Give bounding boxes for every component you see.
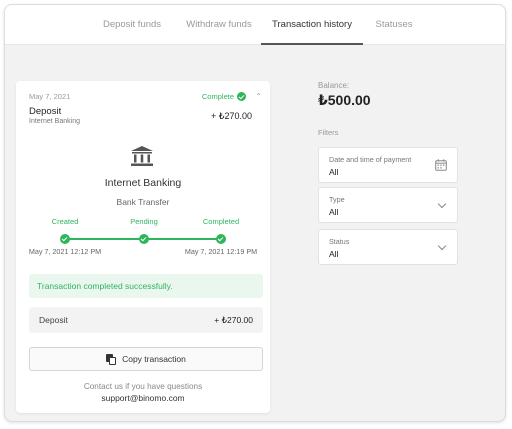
copy-transaction-button[interactable]: Copy transaction bbox=[29, 347, 263, 371]
transaction-date: May 7, 2021 bbox=[29, 92, 71, 101]
filter-value: All bbox=[329, 249, 339, 259]
step-check-icon bbox=[216, 234, 226, 244]
step-check-icon bbox=[139, 234, 149, 244]
step-label-pending: Pending bbox=[130, 217, 158, 226]
copy-transaction-label: Copy transaction bbox=[122, 354, 186, 364]
contact-text: Contact us if you have questions bbox=[83, 382, 203, 391]
filter-date-time[interactable]: Date and time of payment All bbox=[318, 147, 458, 183]
transaction-amount: + ₺270.00 bbox=[210, 111, 252, 121]
filter-label: Type bbox=[329, 195, 345, 204]
status-text: Complete bbox=[201, 92, 234, 101]
balance-value: ₺500.00 bbox=[318, 92, 371, 108]
payment-method-type: Bank Transfer bbox=[116, 197, 170, 207]
tab-bar: Deposit funds Withdraw funds Transaction… bbox=[5, 5, 505, 45]
bank-icon bbox=[131, 146, 153, 166]
payment-method-name: Internet Banking bbox=[104, 177, 182, 189]
step-label-completed: Completed bbox=[202, 217, 240, 226]
tab-statuses[interactable]: Statuses bbox=[363, 5, 425, 45]
filter-value: All bbox=[329, 167, 339, 177]
support-email-link[interactable]: support@binomo.com bbox=[16, 393, 270, 403]
filter-label: Date and time of payment bbox=[329, 155, 412, 164]
filter-value: All bbox=[329, 207, 339, 217]
step-time-created: May 7, 2021 12:12 PM bbox=[28, 247, 102, 256]
step-label-created: Created bbox=[51, 217, 79, 226]
filter-type[interactable]: Type All bbox=[318, 187, 458, 223]
tab-transaction-history[interactable]: Transaction history bbox=[261, 5, 363, 45]
chevron-up-icon[interactable]: ⌃ bbox=[255, 92, 262, 101]
chevron-down-icon bbox=[437, 199, 447, 209]
transaction-card: May 7, 2021 Complete ⌃ Deposit Internet … bbox=[16, 81, 270, 413]
success-message: Transaction completed successfully. bbox=[29, 274, 263, 298]
calendar-icon bbox=[435, 159, 447, 171]
transaction-subtitle: Internet Banking bbox=[29, 118, 80, 125]
step-time-completed: May 7, 2021 12:19 PM bbox=[184, 247, 258, 256]
deposit-label: Deposit bbox=[39, 315, 68, 325]
balance-label: Balance: bbox=[318, 81, 350, 90]
filters-heading: Filters bbox=[318, 128, 339, 137]
check-circle-icon bbox=[237, 92, 246, 101]
deposit-amount: + ₺270.00 bbox=[214, 315, 253, 325]
tab-deposit-funds[interactable]: Deposit funds bbox=[91, 5, 173, 45]
progress-steps: Created Pending Completed May 7, 2021 12… bbox=[29, 217, 257, 269]
app-window: Deposit funds Withdraw funds Transaction… bbox=[4, 4, 506, 422]
filter-label: Status bbox=[329, 237, 350, 246]
chevron-down-icon bbox=[437, 241, 447, 251]
step-check-icon bbox=[60, 234, 70, 244]
tab-withdraw-funds[interactable]: Withdraw funds bbox=[178, 5, 260, 45]
deposit-summary-row: Deposit + ₺270.00 bbox=[29, 307, 263, 333]
copy-icon bbox=[106, 353, 117, 365]
filter-status[interactable]: Status All bbox=[318, 229, 458, 265]
transaction-title: Deposit bbox=[29, 106, 62, 117]
status-badge: Complete bbox=[202, 92, 246, 101]
